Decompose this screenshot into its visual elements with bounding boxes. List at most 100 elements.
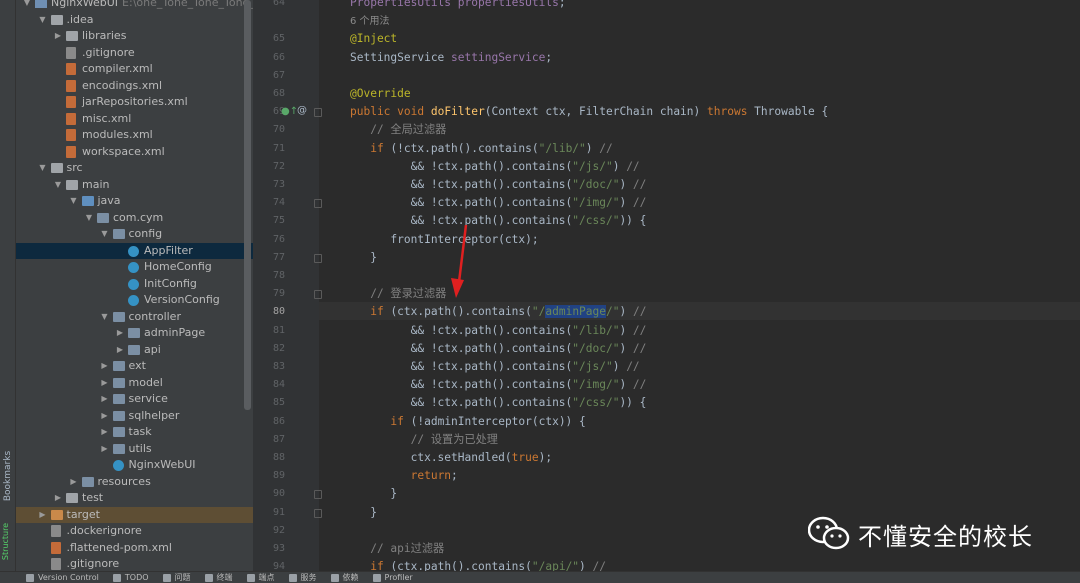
- override-method-icon[interactable]: ●↑: [281, 106, 298, 117]
- chevron-right-icon[interactable]: ▶: [100, 391, 110, 407]
- chevron-right-icon[interactable]: ▶: [38, 507, 48, 523]
- code-line[interactable]: && !ctx.path().contains("/css/")) {: [350, 394, 647, 412]
- tree-item[interactable]: ▶ test: [16, 490, 253, 507]
- chevron-right-icon[interactable]: ▶: [100, 408, 110, 424]
- fold-marker-icon[interactable]: [314, 253, 322, 263]
- bookmarks-tab[interactable]: Bookmarks: [2, 451, 14, 502]
- tool-window-button[interactable]: 终端: [204, 572, 233, 583]
- code-line[interactable]: // 设置为已处理: [350, 431, 498, 449]
- tree-item[interactable]: ▶ libraries: [16, 28, 253, 45]
- chevron-right-icon[interactable]: ▶: [115, 325, 125, 341]
- code-line[interactable]: && !ctx.path().contains("/js/") //: [350, 358, 640, 376]
- tool-window-button[interactable]: TODO: [112, 572, 149, 583]
- fold-marker-icon[interactable]: [314, 108, 322, 118]
- code-line[interactable]: ctx.setHandled(true);: [350, 449, 552, 467]
- chevron-down-icon[interactable]: ▼: [38, 12, 48, 28]
- code-line[interactable]: frontInterceptor(ctx);: [350, 231, 538, 249]
- tree-item[interactable]: ▼ controller: [16, 309, 253, 326]
- chevron-right-icon[interactable]: ▶: [100, 424, 110, 440]
- code-line[interactable]: && !ctx.path().contains("/doc/") //: [350, 340, 647, 358]
- code-line[interactable]: // api过滤器: [350, 540, 444, 558]
- tree-item[interactable]: .dockerignore: [16, 523, 253, 540]
- tree-item[interactable]: ▶ resources: [16, 474, 253, 491]
- chevron-right-icon[interactable]: ▶: [100, 375, 110, 391]
- chevron-down-icon[interactable]: ▼: [84, 210, 94, 226]
- code-line[interactable]: if (ctx.path().contains("/api/") //: [350, 558, 606, 571]
- code-line[interactable]: if (!ctx.path().contains("/lib/") //: [350, 140, 613, 158]
- tree-item[interactable]: ▼ config: [16, 226, 253, 243]
- code-line[interactable]: public void doFilter(Context ctx, Filter…: [350, 103, 828, 121]
- tree-item[interactable]: NginxWebUI: [16, 457, 253, 474]
- tree-item[interactable]: ▼ src: [16, 160, 253, 177]
- chevron-down-icon[interactable]: ▼: [69, 193, 79, 209]
- tree-item[interactable]: modules.xml: [16, 127, 253, 144]
- code-line[interactable]: 6 个用法: [350, 12, 390, 30]
- tree-item[interactable]: .gitignore: [16, 556, 253, 571]
- project-scrollbar[interactable]: [244, 0, 251, 410]
- tree-item[interactable]: ▶ utils: [16, 441, 253, 458]
- tree-item[interactable]: .flattened-pom.xml: [16, 540, 253, 557]
- code-line[interactable]: // 登录过滤器: [350, 285, 446, 303]
- tool-window-button[interactable]: 服务: [288, 572, 317, 583]
- tree-item[interactable]: workspace.xml: [16, 144, 253, 161]
- code-line[interactable]: && !ctx.path().contains("/css/")) {: [350, 212, 647, 230]
- tool-window-button[interactable]: 问题: [162, 572, 191, 583]
- tree-item[interactable]: .gitignore: [16, 45, 253, 62]
- tree-item[interactable]: HomeConfig: [16, 259, 253, 276]
- code-editor[interactable]: 64 65 66 67 68 69 70 71 72 73 74 75 76 77 78 79 80 81 82 83…: [253, 0, 1080, 571]
- code-line[interactable]: // 全局过滤器: [350, 121, 446, 139]
- code-line[interactable]: && !ctx.path().contains("/js/") //: [350, 158, 640, 176]
- tree-item[interactable]: ▶ target: [16, 506, 253, 523]
- tree-item[interactable]: misc.xml: [16, 111, 253, 128]
- tree-item[interactable]: ▶ service: [16, 391, 253, 408]
- tool-window-button[interactable]: 依赖: [330, 572, 359, 583]
- code-line[interactable]: SettingService settingService;: [350, 49, 552, 67]
- tree-item[interactable]: ▶ ext: [16, 358, 253, 375]
- code-line[interactable]: }: [350, 504, 377, 522]
- fold-marker-icon[interactable]: [314, 490, 322, 500]
- code-line[interactable]: && !ctx.path().contains("/img/") //: [350, 376, 647, 394]
- tree-item[interactable]: ▼ com.cym: [16, 210, 253, 227]
- code-line[interactable]: if (!adminInterceptor(ctx)) {: [350, 413, 585, 431]
- code-line[interactable]: }: [350, 249, 377, 267]
- fold-marker-icon[interactable]: [314, 508, 322, 518]
- tree-item[interactable]: ▼ NginxWebUIE:\one_Tone_Tone_Tone_Tone: [16, 0, 253, 12]
- chevron-right-icon[interactable]: ▶: [69, 474, 79, 490]
- tree-item[interactable]: ▶ sqlhelper: [16, 408, 253, 425]
- chevron-down-icon[interactable]: ▼: [22, 0, 32, 11]
- code-line[interactable]: PropertiesUtils propertiesUtils;: [350, 0, 566, 12]
- tree-item[interactable]: ▶ task: [16, 424, 253, 441]
- tree-item[interactable]: compiler.xml: [16, 61, 253, 78]
- annotation-gutter-icon[interactable]: @: [297, 105, 307, 116]
- chevron-down-icon[interactable]: ▼: [100, 309, 110, 325]
- tree-item[interactable]: VersionConfig: [16, 292, 253, 309]
- chevron-right-icon[interactable]: ▶: [53, 490, 63, 506]
- tool-window-button[interactable]: Version Control: [26, 572, 99, 583]
- fold-marker-icon[interactable]: [314, 199, 322, 209]
- tree-item[interactable]: AppFilter: [16, 242, 253, 259]
- tree-item[interactable]: ▼ java: [16, 193, 253, 210]
- tree-item[interactable]: ▶ model: [16, 375, 253, 392]
- tree-item[interactable]: ▶ adminPage: [16, 325, 253, 342]
- code-line[interactable]: && !ctx.path().contains("/lib/") //: [350, 322, 647, 340]
- chevron-down-icon[interactable]: ▼: [100, 226, 110, 242]
- fold-marker-icon[interactable]: [314, 290, 322, 300]
- tool-window-button[interactable]: Profiler: [372, 572, 413, 583]
- code-line[interactable]: @Override: [350, 85, 411, 103]
- code-line[interactable]: && !ctx.path().contains("/doc/") //: [350, 176, 647, 194]
- chevron-down-icon[interactable]: ▼: [38, 160, 48, 176]
- code-line[interactable]: }: [350, 485, 397, 503]
- chevron-right-icon[interactable]: ▶: [115, 342, 125, 358]
- tree-item[interactable]: ▶ api: [16, 342, 253, 359]
- tree-item[interactable]: ▼ .idea: [16, 12, 253, 29]
- tree-item[interactable]: encodings.xml: [16, 78, 253, 95]
- code-line[interactable]: if (ctx.path().contains("/adminPage/") /…: [350, 303, 646, 321]
- structure-tab[interactable]: Structure: [1, 522, 14, 564]
- code-line[interactable]: && !ctx.path().contains("/img/") //: [350, 194, 647, 212]
- tree-item[interactable]: InitConfig: [16, 276, 253, 293]
- chevron-right-icon[interactable]: ▶: [100, 441, 110, 457]
- chevron-right-icon[interactable]: ▶: [100, 358, 110, 374]
- chevron-down-icon[interactable]: ▼: [53, 177, 63, 193]
- code-line[interactable]: @Inject: [350, 30, 397, 48]
- tree-item[interactable]: jarRepositories.xml: [16, 94, 253, 111]
